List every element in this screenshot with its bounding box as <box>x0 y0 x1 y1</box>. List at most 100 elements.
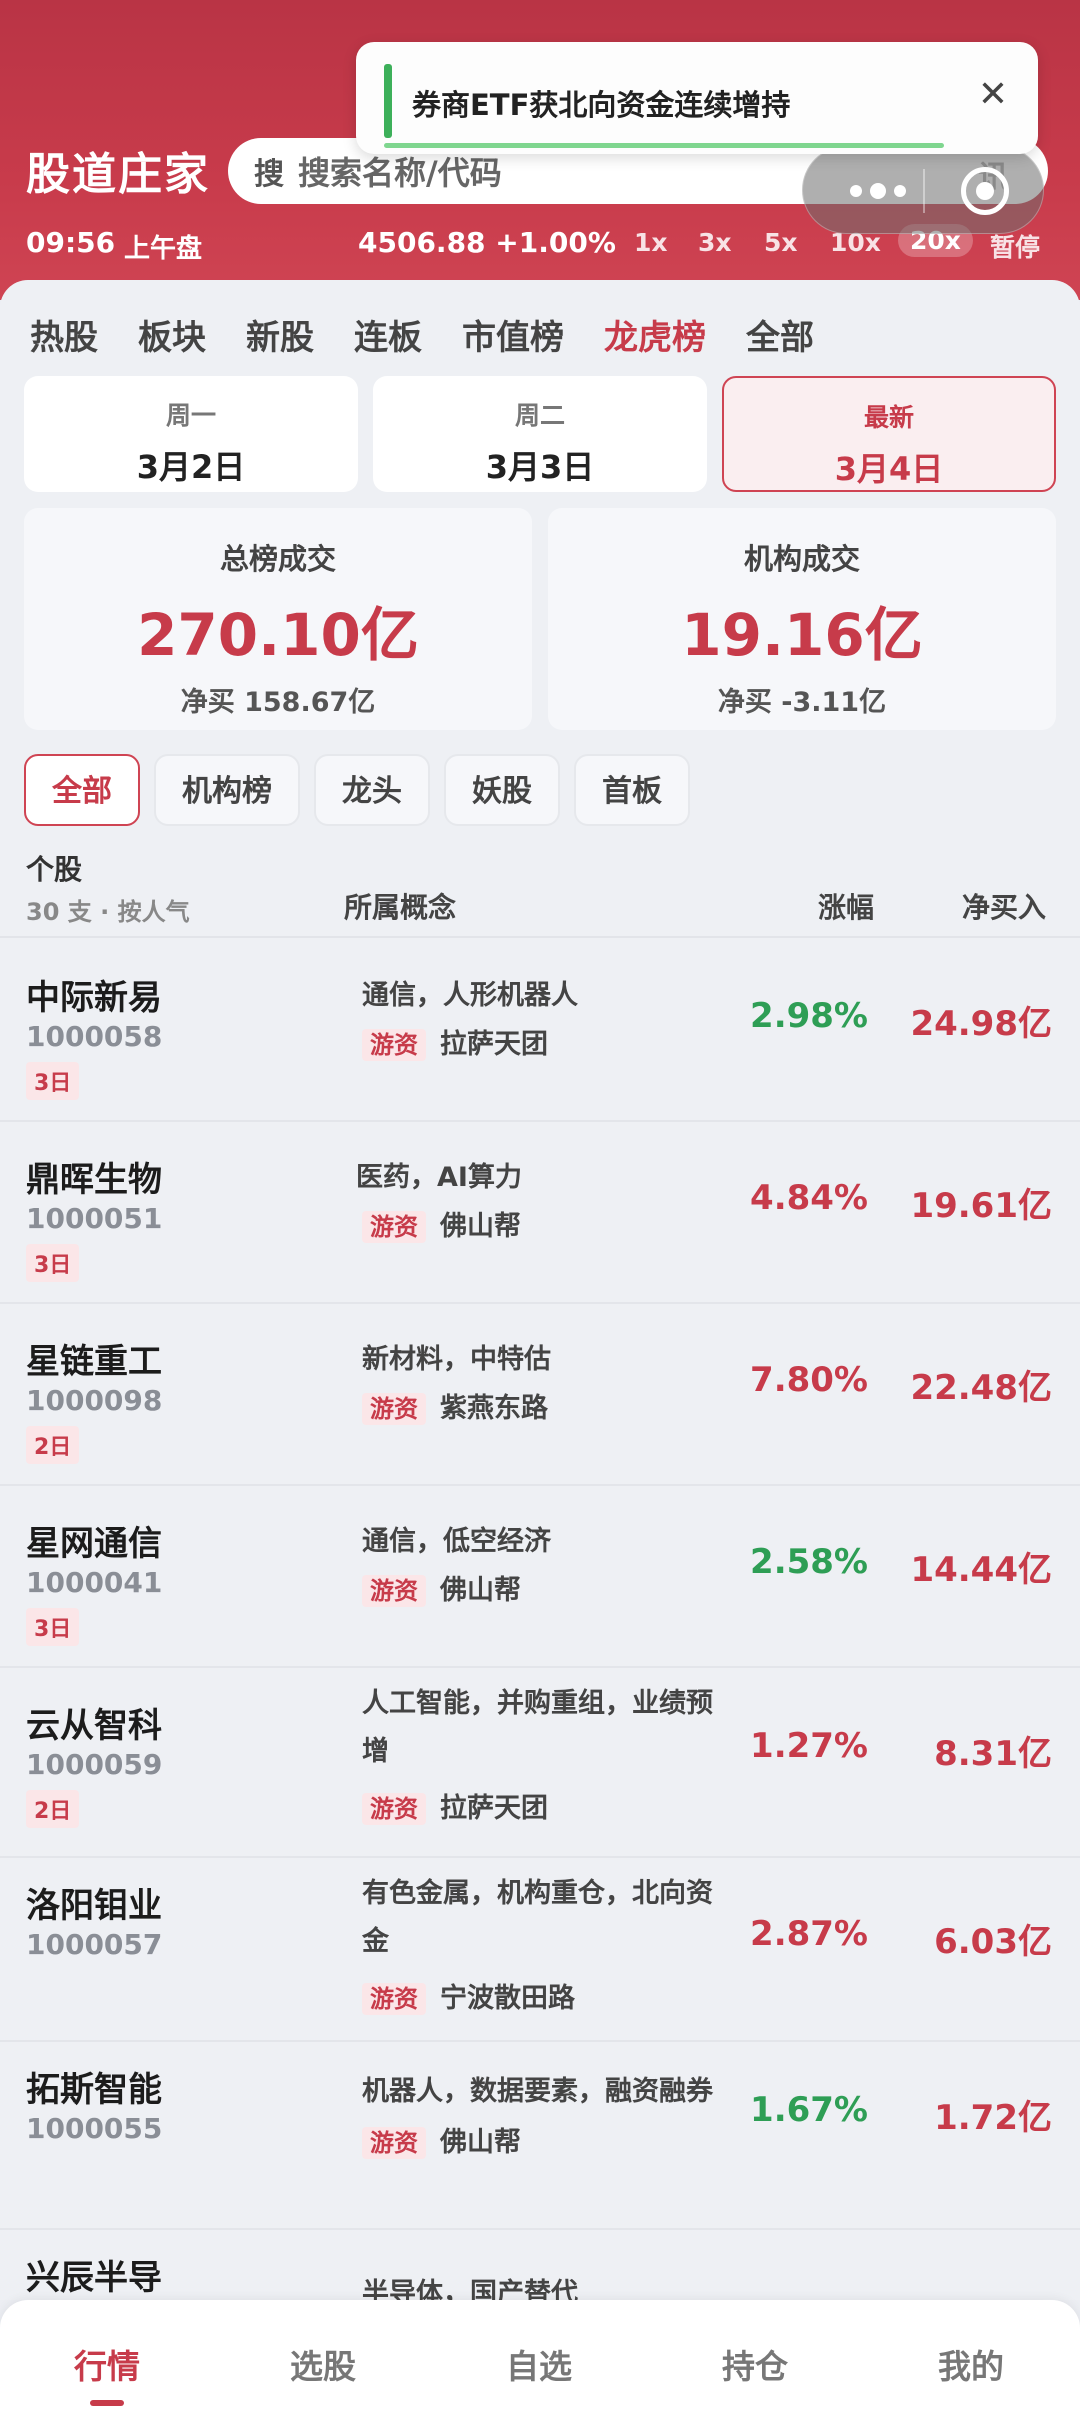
concept-text: 半导体，国产替代 <box>362 2278 578 2300</box>
concept-text: 医药，AI算力 <box>356 1162 522 1193</box>
stat-label: 机构成交 <box>743 542 860 576</box>
tab-hot[interactable]: 热股 <box>30 310 98 359</box>
toast-progress-bar <box>384 143 944 148</box>
seat-info: 游资 拉萨天团 <box>362 1786 548 1825</box>
tab-limit-up[interactable]: 连板 <box>354 310 422 359</box>
seat-info: 游资 佛山帮 <box>362 1568 521 1607</box>
date-weekday: 周一 <box>165 401 216 430</box>
speed-3x[interactable]: 3x <box>698 228 732 257</box>
nav-holdings[interactable]: 持仓 <box>722 2340 788 2388</box>
date-value: 3月4日 <box>834 450 944 488</box>
table-row[interactable]: 兴辰半导 半导体，国产替代 <box>0 2230 1080 2300</box>
more-icon[interactable] <box>833 169 923 213</box>
table-row[interactable]: 中际新易 1000058 3日 通信，人形机器人 游资 拉萨天团 2.98% 24… <box>0 940 1080 1122</box>
filter-all[interactable]: 全部 <box>24 754 140 826</box>
change-pct: 1.67% <box>750 2090 868 2130</box>
close-icon[interactable]: ✕ <box>978 74 1008 115</box>
search-input[interactable]: 搜索名称/代码 <box>298 148 502 194</box>
index-value: 4506.88 +1.00% <box>358 226 616 259</box>
seat-info: 游资 佛山帮 <box>362 1204 521 1243</box>
change-pct: 2.87% <box>750 1914 868 1954</box>
streak-badge: 2日 <box>26 1426 80 1464</box>
filter-monster[interactable]: 妖股 <box>444 754 560 826</box>
col-concept: 所属概念 <box>344 891 457 924</box>
change-pct: 1.27% <box>750 1726 868 1766</box>
filter-institution[interactable]: 机构榜 <box>154 754 300 826</box>
table-row[interactable]: 星网通信 1000041 3日 通信，低空经济 游资 佛山帮 2.58% 14.4… <box>0 1486 1080 1668</box>
nav-watchlist[interactable]: 自选 <box>506 2340 572 2388</box>
seat-info: 游资 宁波散田路 <box>362 1976 575 2015</box>
change-pct: 7.80% <box>750 1360 868 1400</box>
table-row[interactable]: 云从智科 1000059 2日 人工智能，并购重组，业绩预增 游资 拉萨天团 1.… <box>0 1668 1080 1858</box>
seat-info: 游资 拉萨天团 <box>362 1022 548 1061</box>
table-row[interactable]: 鼎晖生物 1000051 3日 医药，AI算力 游资 佛山帮 4.84% 19.6… <box>0 1122 1080 1304</box>
table-row[interactable]: 洛阳钼业 1000057 有色金属，机构重仓，北向资金 游资 宁波散田路 2.87… <box>0 1858 1080 2042</box>
close-target-icon[interactable] <box>961 167 1009 215</box>
main-panel: 热股 板块 新股 连板 市值榜 龙虎榜 全部 周一 3月2日 周二 3月3日 最… <box>0 280 1080 2300</box>
table-row[interactable]: 星链重工 1000098 2日 新材料，中特估 游资 紫燕东路 7.80% 22.… <box>0 1304 1080 1486</box>
filter-chips: 全部 机构榜 龙头 妖股 首板 <box>24 754 704 826</box>
net-buy: 14.44亿 <box>910 1550 1052 1590</box>
stock-code: 1000059 <box>26 1748 163 1781</box>
total-turnover-card: 总榜成交 270.10亿 净买 158.67亿 <box>24 508 532 730</box>
nav-stock-picker[interactable]: 选股 <box>290 2340 356 2388</box>
stock-code: 1000051 <box>26 1202 163 1235</box>
nav-profile[interactable]: 我的 <box>938 2340 1004 2388</box>
capsule-menu <box>802 146 1044 234</box>
date-value: 3月2日 <box>136 448 246 486</box>
seat-tag: 游资 <box>362 1793 426 1825</box>
filter-leader[interactable]: 龙头 <box>314 754 430 826</box>
net-buy: 22.48亿 <box>910 1368 1052 1408</box>
stat-net: 净买 158.67亿 <box>180 687 376 718</box>
net-buy: 6.03亿 <box>934 1922 1052 1962</box>
stock-name: 鼎晖生物 <box>26 1160 162 1200</box>
stat-value: 270.10亿 <box>137 601 419 669</box>
seat-name: 佛山帮 <box>440 1575 521 1606</box>
tab-all[interactable]: 全部 <box>746 310 814 359</box>
nav-market[interactable]: 行情 <box>74 2340 140 2388</box>
list-meta[interactable]: 30 支 · 按人气 <box>26 892 190 927</box>
search-icon: 搜 <box>254 157 284 192</box>
concept-text: 通信，低空经济 <box>362 1526 551 1557</box>
capsule-divider <box>923 169 925 213</box>
stock-code: 1000098 <box>26 1384 163 1417</box>
toast-accent-bar <box>384 64 392 138</box>
concept-text: 通信，人形机器人 <box>362 980 578 1011</box>
stock-list: 中际新易 1000058 3日 通信，人形机器人 游资 拉萨天团 2.98% 24… <box>0 940 1080 2300</box>
seat-name: 宁波散田路 <box>440 1983 575 2014</box>
summary-stats: 总榜成交 270.10亿 净买 158.67亿 机构成交 19.16亿 净买 -… <box>24 508 1056 730</box>
tab-dragon-tiger[interactable]: 龙虎榜 <box>604 310 706 359</box>
net-buy: 1.72亿 <box>934 2098 1052 2138</box>
date-card-tue[interactable]: 周二 3月3日 <box>373 376 707 492</box>
stock-name: 云从智科 <box>26 1706 162 1746</box>
streak-badge: 2日 <box>26 1790 80 1828</box>
toast-message: 券商ETF获北向资金连续增持 <box>412 88 791 122</box>
date-weekday: 最新 <box>863 403 914 432</box>
col-net-buy[interactable]: 净买入 <box>962 886 1046 926</box>
change-pct: 4.84% <box>750 1178 868 1218</box>
net-buy: 8.31亿 <box>934 1734 1052 1774</box>
stat-value: 19.16亿 <box>681 601 923 669</box>
tab-market-cap[interactable]: 市值榜 <box>462 310 564 359</box>
table-row[interactable]: 拓斯智能 1000055 机器人，数据要素，融资融券 游资 佛山帮 1.67% 1… <box>0 2042 1080 2230</box>
brand-title: 股道庄家 <box>26 149 210 200</box>
change-pct: 2.58% <box>750 1542 868 1582</box>
filter-first-board[interactable]: 首板 <box>574 754 690 826</box>
tab-new[interactable]: 新股 <box>246 310 314 359</box>
col-stock: 个股 <box>26 853 83 886</box>
date-card-latest[interactable]: 最新 3月4日 <box>722 376 1056 492</box>
col-change[interactable]: 涨幅 <box>818 886 874 926</box>
bottom-navigation: 行情 选股 自选 持仓 我的 <box>0 2300 1080 2415</box>
speed-1x[interactable]: 1x <box>634 228 668 257</box>
concept-text: 新材料，中特估 <box>362 1344 551 1375</box>
stock-name: 星网通信 <box>26 1524 162 1564</box>
net-buy: 19.61亿 <box>910 1186 1052 1226</box>
seat-name: 拉萨天团 <box>440 1029 548 1060</box>
speed-5x[interactable]: 5x <box>764 228 798 257</box>
market-session: 上午盘 <box>124 234 203 264</box>
stock-name: 洛阳钼业 <box>26 1886 162 1926</box>
date-card-mon[interactable]: 周一 3月2日 <box>24 376 358 492</box>
net-buy: 24.98亿 <box>910 1004 1052 1044</box>
tab-sectors[interactable]: 板块 <box>138 310 206 359</box>
seat-tag: 游资 <box>362 2127 426 2159</box>
